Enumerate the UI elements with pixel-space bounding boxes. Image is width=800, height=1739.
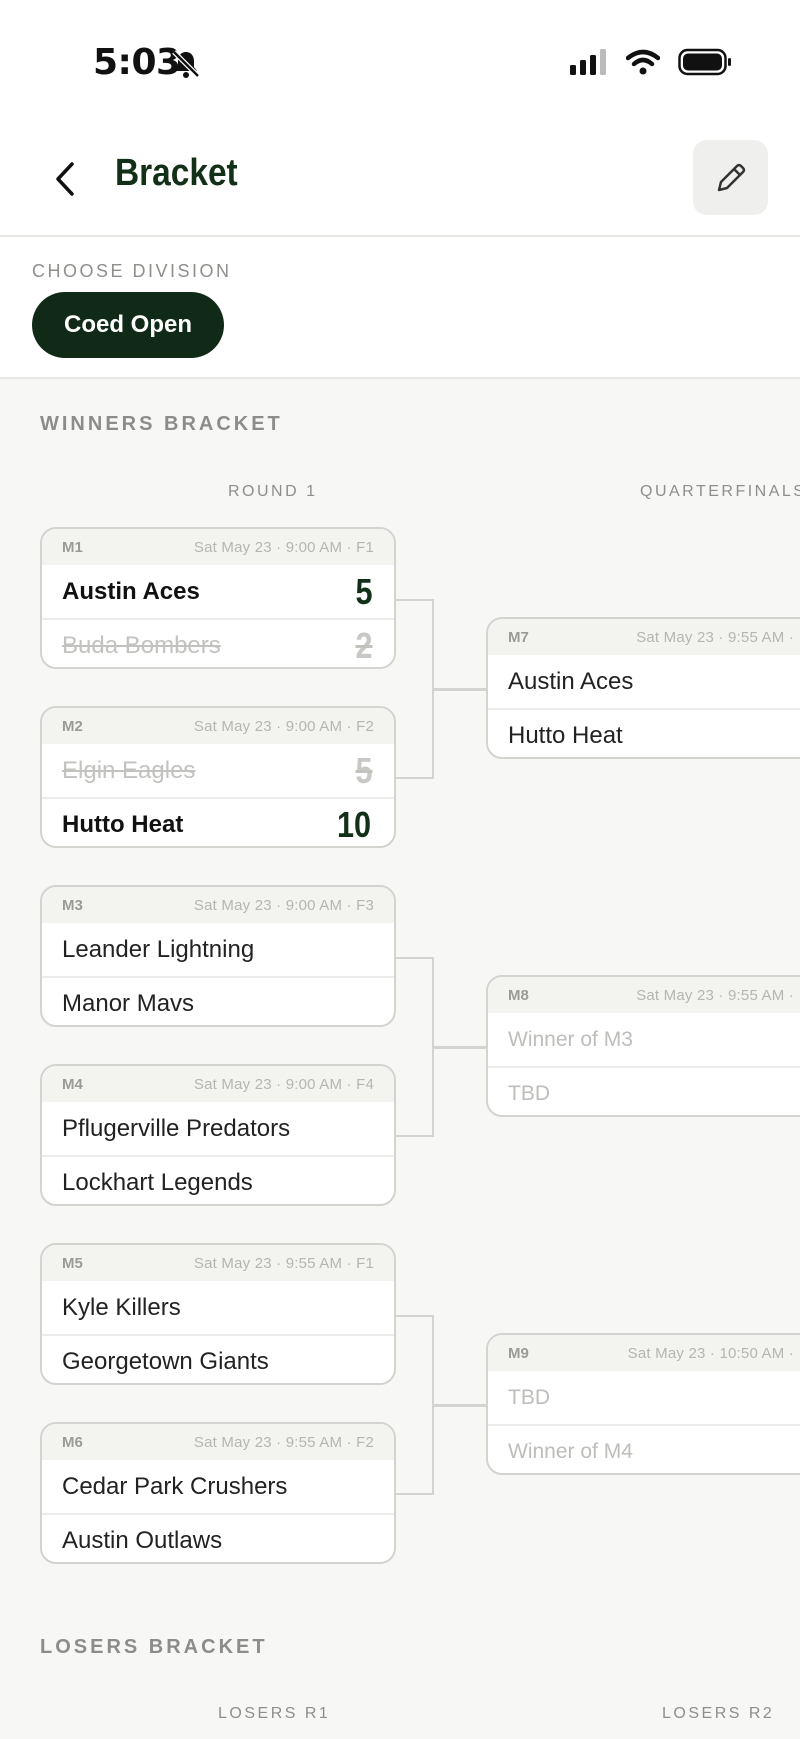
match-card-m2[interactable]: M2 Sat May 23 · 9:00 AM · F2 Elgin Eagles… bbox=[40, 706, 396, 848]
team-name: Elgin Eagles bbox=[62, 756, 196, 784]
team-name: Lockhart Legends bbox=[62, 1168, 253, 1196]
match-id: M2 bbox=[62, 717, 83, 735]
team-name: Winner of M3 bbox=[508, 1027, 633, 1051]
team-name: TBD bbox=[508, 1081, 550, 1105]
match-meta: Sat May 23 · 9:55 AM · F1 bbox=[193, 1254, 374, 1272]
team-name: Buda Bombers bbox=[62, 631, 221, 659]
status-time: 5:03 bbox=[93, 42, 181, 83]
bracket-connector-line bbox=[434, 1404, 487, 1407]
team-name: Austin Outlaws bbox=[62, 1526, 223, 1554]
team-score: 10 bbox=[336, 803, 371, 845]
status-bar: 5:03 bbox=[0, 0, 800, 130]
match-card-m8[interactable]: M8 Sat May 23 · 9:55 AM · Winner of M3 TB… bbox=[486, 975, 800, 1117]
match-card-m1[interactable]: M1 Sat May 23 · 9:00 AM · F1 Austin Aces 5… bbox=[40, 527, 396, 669]
bracket-connector-line bbox=[434, 688, 487, 691]
back-chevron-icon[interactable] bbox=[46, 154, 86, 204]
pencil-icon bbox=[717, 163, 745, 191]
team-row: Austin Outlaws bbox=[42, 1513, 394, 1562]
match-meta: Sat May 23 · 9:00 AM · F1 bbox=[193, 538, 374, 556]
match-card-m3[interactable]: M3 Sat May 23 · 9:00 AM · F3 Leander Ligh… bbox=[40, 885, 396, 1027]
losers-r1-label: LOSERS R1 bbox=[218, 1705, 331, 1722]
team-name: Winner of M4 bbox=[508, 1439, 633, 1463]
team-name: Leander Lightning bbox=[62, 935, 255, 963]
team-name: Hutto Heat bbox=[62, 810, 184, 838]
team-row: TBD bbox=[488, 1371, 800, 1424]
team-name: Manor Mavs bbox=[62, 989, 195, 1017]
bracket-connector bbox=[396, 1315, 434, 1495]
team-row: Austin Aces 5 bbox=[42, 565, 394, 618]
team-score: 5 bbox=[355, 570, 373, 612]
edit-button[interactable] bbox=[693, 140, 768, 215]
match-meta: Sat May 23 · 9:00 AM · F2 bbox=[193, 717, 374, 735]
match-id: M1 bbox=[62, 538, 83, 556]
match-id: M3 bbox=[62, 896, 83, 914]
match-card-m4[interactable]: M4 Sat May 23 · 9:00 AM · F4 Pflugerville… bbox=[40, 1064, 396, 1206]
team-row: Georgetown Giants bbox=[42, 1334, 394, 1383]
team-score: 2 bbox=[355, 624, 373, 666]
division-selector: CHOOSE DIVISION Coed Open bbox=[0, 237, 800, 379]
team-name: Hutto Heat bbox=[508, 721, 623, 749]
signal-icon bbox=[570, 49, 606, 75]
match-meta: Sat May 23 · 10:50 AM · bbox=[627, 1344, 794, 1362]
match-meta: Sat May 23 · 9:55 AM · bbox=[636, 986, 794, 1004]
team-name: Kyle Killers bbox=[62, 1293, 181, 1321]
team-row: Hutto Heat 10 bbox=[42, 797, 394, 846]
team-name: Austin Aces bbox=[508, 667, 634, 695]
match-meta: Sat May 23 · 9:00 AM · F3 bbox=[193, 896, 374, 914]
match-id: M5 bbox=[62, 1254, 83, 1272]
match-id: M9 bbox=[508, 1344, 529, 1362]
match-id: M6 bbox=[62, 1433, 83, 1451]
wifi-icon bbox=[626, 49, 660, 75]
bracket-connector bbox=[396, 599, 434, 779]
match-id: M4 bbox=[62, 1075, 83, 1093]
division-label: CHOOSE DIVISION bbox=[32, 261, 232, 281]
app-header: Bracket bbox=[0, 130, 800, 237]
team-row: Elgin Eagles 5 bbox=[42, 744, 394, 797]
team-row: Pflugerville Predators bbox=[42, 1102, 394, 1155]
team-row: Winner of M4 bbox=[488, 1424, 800, 1473]
team-row: Manor Mavs bbox=[42, 976, 394, 1025]
match-meta: Sat May 23 · 9:55 AM · F2 bbox=[193, 1433, 374, 1451]
losers-bracket-label: LOSERS BRACKET bbox=[40, 1636, 268, 1658]
team-row: Kyle Killers bbox=[42, 1281, 394, 1334]
page-title: Bracket bbox=[115, 152, 238, 194]
division-chip[interactable]: Coed Open bbox=[32, 292, 224, 358]
bracket-connector-line bbox=[434, 1046, 487, 1049]
team-name: Pflugerville Predators bbox=[62, 1114, 291, 1142]
team-name: TBD bbox=[508, 1385, 550, 1409]
match-meta: Sat May 23 · 9:55 AM · bbox=[636, 628, 794, 646]
team-row: Lockhart Legends bbox=[42, 1155, 394, 1204]
losers-r2-label: LOSERS R2 bbox=[662, 1705, 775, 1722]
match-card-m6[interactable]: M6 Sat May 23 · 9:55 AM · F2 Cedar Park C… bbox=[40, 1422, 396, 1564]
team-row: Buda Bombers 2 bbox=[42, 618, 394, 667]
team-name: Georgetown Giants bbox=[62, 1347, 269, 1375]
team-row: Austin Aces bbox=[488, 655, 800, 708]
team-name: Austin Aces bbox=[62, 577, 200, 605]
team-row: Cedar Park Crushers bbox=[42, 1460, 394, 1513]
winners-bracket-label: WINNERS BRACKET bbox=[40, 413, 283, 435]
match-card-m7[interactable]: M7 Sat May 23 · 9:55 AM · Austin Aces Hut… bbox=[486, 617, 800, 759]
battery-icon bbox=[678, 48, 731, 76]
match-meta: Sat May 23 · 9:00 AM · F4 bbox=[193, 1075, 374, 1093]
team-row: Leander Lightning bbox=[42, 923, 394, 976]
match-card-m5[interactable]: M5 Sat May 23 · 9:55 AM · F1 Kyle Killers… bbox=[40, 1243, 396, 1385]
match-card-m9[interactable]: M9 Sat May 23 · 10:50 AM · TBD Winner of … bbox=[486, 1333, 800, 1475]
match-id: M8 bbox=[508, 986, 529, 1004]
bracket-connector bbox=[396, 957, 434, 1137]
team-row: Hutto Heat bbox=[488, 708, 800, 757]
match-id: M7 bbox=[508, 628, 529, 646]
team-name: Cedar Park Crushers bbox=[62, 1472, 288, 1500]
round1-label: ROUND 1 bbox=[228, 483, 318, 500]
silent-bell-icon bbox=[172, 50, 200, 78]
team-row: Winner of M3 bbox=[488, 1013, 800, 1066]
quarterfinals-label: QUARTERFINALS bbox=[640, 483, 800, 500]
team-row: TBD bbox=[488, 1066, 800, 1115]
team-score: 5 bbox=[355, 749, 373, 791]
